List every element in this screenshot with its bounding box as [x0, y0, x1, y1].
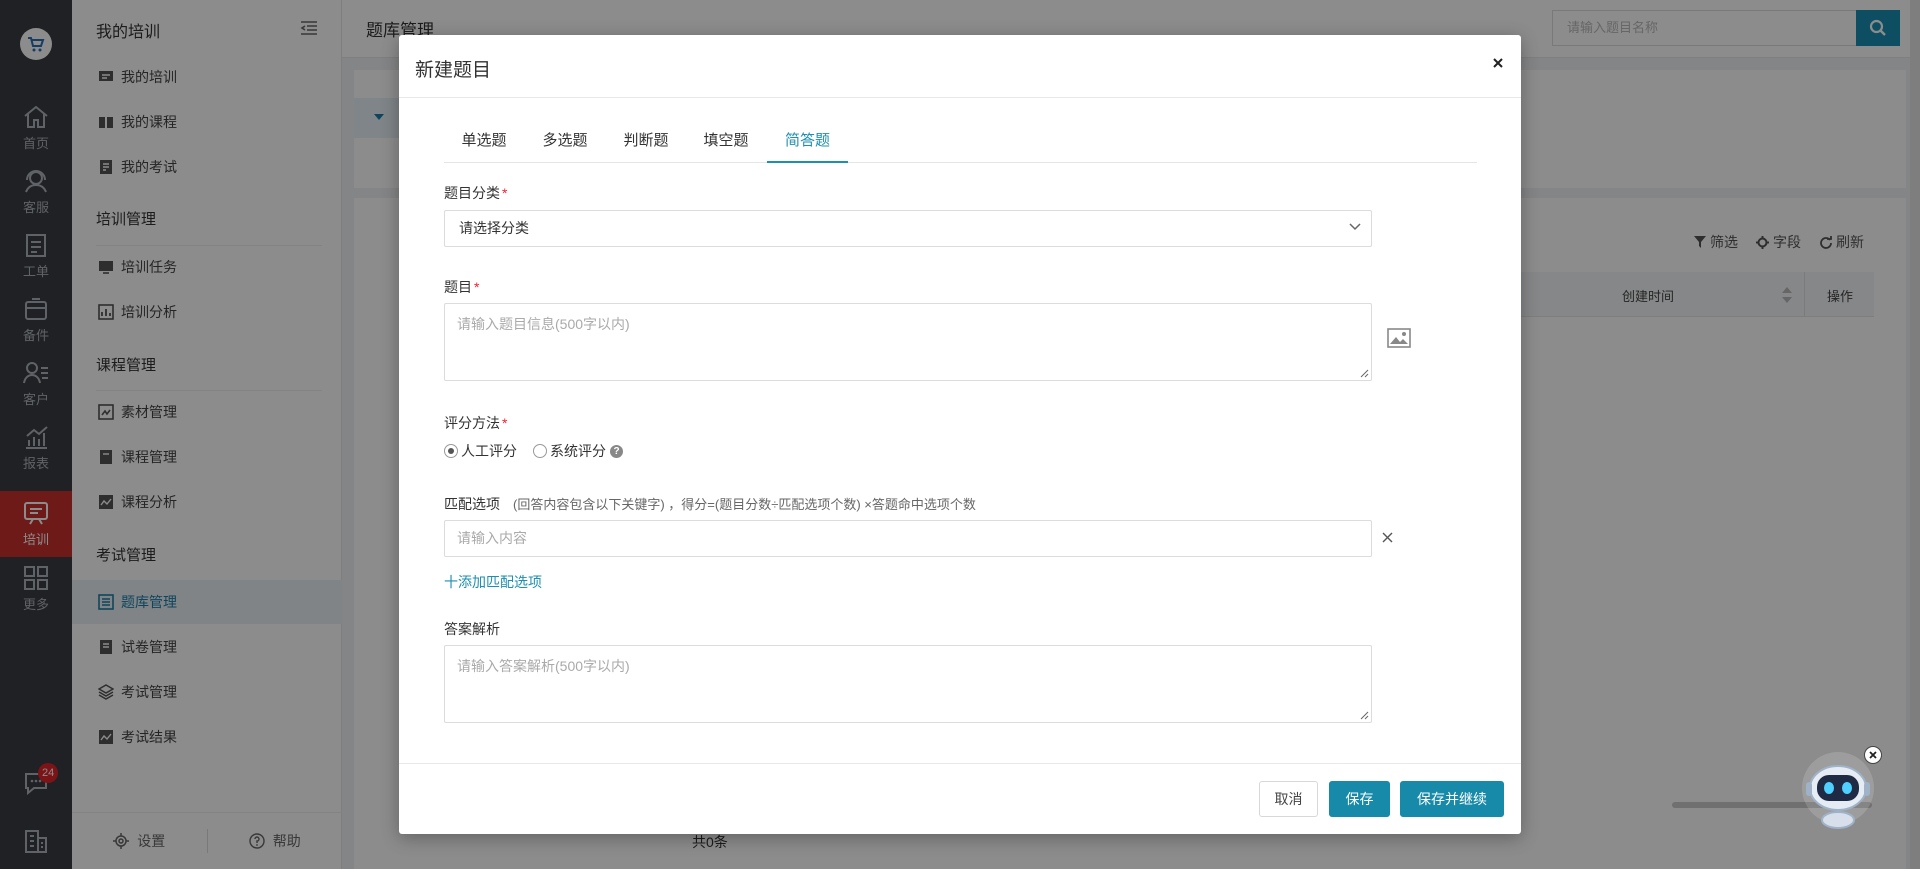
save-button[interactable]: 保存 [1329, 781, 1390, 817]
category-select-value: 请选择分类 [459, 220, 529, 236]
chevron-down-icon [1349, 223, 1361, 231]
required-mark: * [474, 279, 480, 295]
required-mark: * [502, 415, 508, 431]
radio-manual-label: 人工评分 [461, 443, 517, 459]
save-and-continue-button[interactable]: 保存并继续 [1400, 781, 1504, 817]
tab-short-answer[interactable]: 简答题 [767, 123, 848, 163]
match-hint: (回答内容包含以下关键字) ，得分=(题目分数÷匹配选项个数) ×答题命中选项个… [513, 497, 976, 512]
category-label-text: 题目分类 [444, 185, 500, 201]
resize-grip-icon[interactable] [1359, 368, 1369, 378]
tab-multiple-choice[interactable]: 多选题 [524, 123, 606, 163]
question-label: 题目 * [444, 277, 479, 297]
robot-icon [1802, 752, 1874, 829]
radio-system-label: 系统评分 [550, 443, 606, 459]
radio-manual-scoring[interactable] [444, 444, 458, 458]
new-question-dialog: 新建题目 单选题 多选题 判断题 填空题 简答题 题目分类 * 请选择分类 题目 *… [399, 35, 1521, 834]
analysis-placeholder: 请输入答案解析(500字以内) [457, 658, 630, 674]
image-icon [1387, 328, 1411, 348]
category-label: 题目分类 * [444, 183, 507, 203]
match-label: 匹配选项 [444, 496, 500, 512]
close-assistant-button[interactable] [1864, 746, 1882, 764]
question-label-text: 题目 [444, 279, 472, 295]
insert-image-button[interactable] [1387, 328, 1411, 348]
match-option-input[interactable]: 请输入内容 [444, 520, 1372, 557]
question-textarea[interactable]: 请输入题目信息(500字以内) [444, 303, 1372, 381]
question-placeholder: 请输入题目信息(500字以内) [457, 316, 630, 332]
close-button[interactable] [1489, 54, 1507, 72]
dialog-divider [399, 97, 1521, 98]
assistant-robot-button[interactable] [1800, 748, 1876, 832]
dialog-title: 新建题目 [415, 60, 492, 81]
category-select[interactable]: 请选择分类 [444, 210, 1372, 247]
scoring-radio-group: 人工评分 系统评分 ? [444, 441, 623, 461]
analysis-textarea[interactable]: 请输入答案解析(500字以内) [444, 645, 1372, 723]
question-type-tabs: 单选题 多选题 判断题 填空题 简答题 [444, 123, 1477, 163]
dialog-footer-divider [399, 763, 1521, 764]
close-icon [1869, 751, 1877, 759]
question-mark-icon[interactable]: ? [610, 444, 623, 458]
cancel-button[interactable]: 取消 [1259, 781, 1318, 817]
resize-grip-icon[interactable] [1359, 710, 1369, 720]
scoring-label: 评分方法 * [444, 413, 507, 433]
analysis-label: 答案解析 [444, 621, 500, 637]
add-match-option-link[interactable]: 十添加匹配选项 [444, 572, 542, 592]
close-icon [1382, 532, 1393, 543]
scoring-label-text: 评分方法 [444, 415, 500, 431]
required-mark: * [502, 185, 508, 201]
radio-system-scoring[interactable] [533, 444, 547, 458]
close-icon [1493, 58, 1503, 68]
tab-single-choice[interactable]: 单选题 [444, 123, 524, 163]
remove-match-button[interactable] [1381, 531, 1394, 544]
tab-true-false[interactable]: 判断题 [606, 123, 686, 163]
tab-fill-blank[interactable]: 填空题 [686, 123, 766, 163]
